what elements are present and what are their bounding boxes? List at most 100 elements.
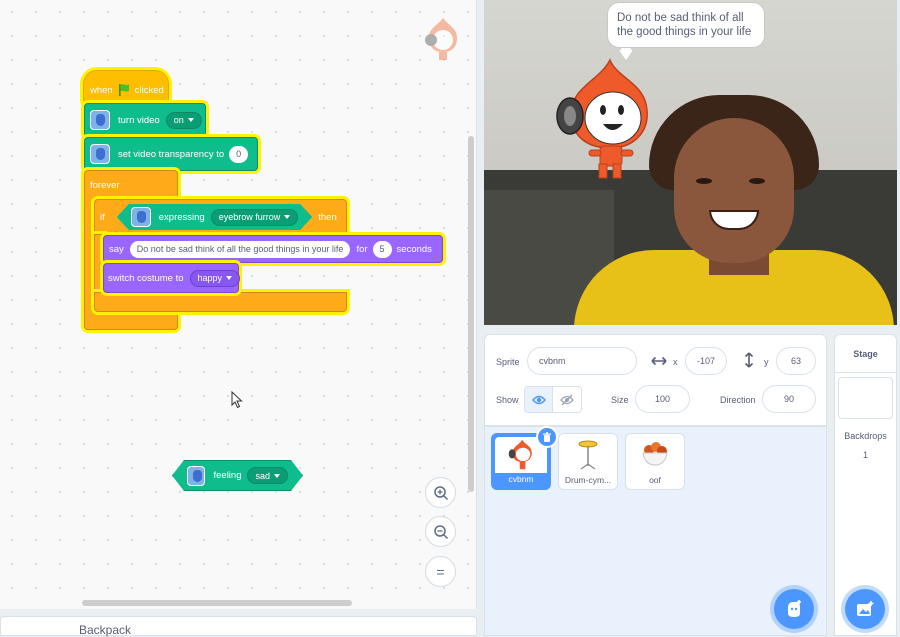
sprite-tile-oof[interactable]: oof [625, 433, 685, 490]
person-eye-left [696, 178, 712, 184]
sprite-tile-name: Drum-cym... [564, 475, 612, 485]
expressing-label: expressing [158, 211, 205, 223]
size-label: Size [611, 395, 629, 405]
turn-video-label: turn video [118, 114, 160, 126]
when-flag-clicked-block[interactable]: when clicked [83, 70, 169, 104]
if-label: if [100, 211, 105, 223]
turn-video-block[interactable]: turn video on [84, 103, 206, 137]
then-label: then [318, 211, 337, 223]
chevron-down-icon [284, 215, 290, 219]
feeling-label: feeling [213, 470, 242, 481]
backpack-header[interactable]: Backpack [0, 616, 477, 637]
clicked-label: clicked [134, 84, 164, 96]
zoom-out-button[interactable] [425, 516, 456, 547]
backdrops-label: Backdrops [844, 431, 887, 441]
chevron-down-icon [226, 276, 233, 280]
feeling-value: sad [255, 470, 270, 481]
expression-dropdown[interactable]: eyebrow furrow [211, 209, 299, 226]
sprite-info-panel: Sprite cvbnm x -107 y 63 Show Size 100 D… [484, 334, 827, 426]
feeling-dropdown[interactable]: sad [247, 467, 288, 484]
stage-title: Stage [835, 335, 896, 373]
add-backdrop-icon [857, 601, 874, 616]
food-bowl-icon [642, 442, 668, 466]
delete-sprite-button[interactable] [536, 426, 558, 448]
code-area[interactable]: when clicked turn video on set video tra… [0, 0, 477, 609]
zoom-in-icon [433, 485, 448, 500]
sprite-character-icon[interactable] [555, 58, 655, 183]
eye-icon [531, 395, 546, 404]
video-state-dropdown[interactable]: on [165, 111, 202, 129]
stage-thumbnail[interactable] [838, 377, 893, 419]
sprite-name-input[interactable]: cvbnm [527, 347, 637, 375]
show-label: Show [496, 395, 519, 405]
zoom-reset-icon: = [436, 563, 445, 580]
feeling-block[interactable]: feeling sad [172, 460, 303, 491]
sprite-label: Sprite [496, 357, 520, 367]
size-input[interactable]: 100 [635, 385, 690, 413]
y-value: 63 [790, 356, 801, 366]
switch-costume-block[interactable]: switch costume to happy [103, 263, 241, 293]
y-label: y [764, 357, 769, 367]
for-label: for [356, 243, 368, 255]
if-block[interactable]: if expressing eyebrow furrow then [94, 199, 347, 235]
video-sensing-icon [131, 207, 151, 227]
horizontal-scrollbar[interactable] [82, 600, 352, 606]
horizontal-arrows-icon [651, 356, 667, 366]
backdrops-count: 1 [862, 450, 868, 460]
green-flag-icon [118, 84, 129, 96]
choose-sprite-button[interactable] [774, 589, 814, 629]
chevron-down-icon [274, 474, 280, 478]
say-label: say [109, 243, 124, 255]
show-visible-button[interactable] [524, 386, 553, 413]
transparency-input[interactable]: 0 [229, 145, 249, 163]
x-value: -107 [696, 356, 715, 366]
expressing-condition-block[interactable]: expressing eyebrow furrow [117, 204, 312, 230]
expression-value: eyebrow furrow [218, 212, 281, 222]
x-label: x [673, 357, 678, 367]
choose-backdrop-button[interactable] [845, 589, 885, 629]
costume-value: happy [197, 273, 223, 283]
add-sprite-icon [788, 600, 801, 617]
eye-slash-icon [560, 394, 574, 405]
sprite-tile-drum-cymbal[interactable]: Drum-cym... [558, 433, 618, 490]
direction-input[interactable]: 90 [762, 385, 816, 413]
stage-canvas[interactable] [484, 0, 897, 325]
person-face [674, 118, 794, 263]
show-hidden-button[interactable] [553, 386, 582, 413]
person-eye-right [749, 178, 765, 184]
when-label: when [90, 84, 113, 96]
sprite-character-icon [508, 439, 532, 470]
if-bottom [94, 292, 347, 312]
speech-text: Do not be sad think of all the good thin… [617, 12, 752, 38]
video-state-value: on [173, 115, 184, 125]
forever-label: forever [90, 180, 120, 191]
sprite-thumbnail [561, 436, 615, 472]
direction-label: Direction [720, 395, 756, 405]
zoom-in-button[interactable] [425, 477, 456, 508]
transparency-label: set video transparency to [118, 148, 225, 160]
video-sensing-icon [187, 466, 205, 486]
size-value: 100 [654, 394, 671, 404]
say-secs-input[interactable]: 5 [372, 240, 392, 258]
trash-icon [543, 431, 551, 442]
x-input[interactable]: -107 [685, 347, 727, 375]
video-sensing-icon [90, 144, 110, 164]
chevron-down-icon [187, 118, 194, 122]
say-message-input[interactable]: Do not be sad think of all the good thin… [129, 240, 351, 258]
cymbal-icon [578, 440, 598, 470]
sprite-watermark-icon [425, 18, 457, 60]
video-sensing-icon [90, 110, 110, 130]
speech-bubble: Do not be sad think of all the good thin… [607, 2, 765, 48]
costume-dropdown[interactable]: happy [189, 269, 241, 287]
mouse-cursor-icon [231, 391, 243, 409]
vertical-scrollbar[interactable] [468, 136, 474, 492]
zoom-reset-button[interactable]: = [425, 556, 456, 587]
backpack-label: Backpack [79, 623, 132, 637]
switch-costume-label: switch costume to [108, 272, 184, 284]
sprite-tile-name: cvbnm [508, 474, 534, 484]
say-for-secs-block[interactable]: say Do not be sad think of all the good … [103, 235, 443, 263]
y-input[interactable]: 63 [776, 347, 816, 375]
forever-bottom [84, 310, 178, 330]
set-video-transparency-block[interactable]: set video transparency to 0 [84, 137, 258, 171]
seconds-label: seconds [396, 243, 432, 255]
